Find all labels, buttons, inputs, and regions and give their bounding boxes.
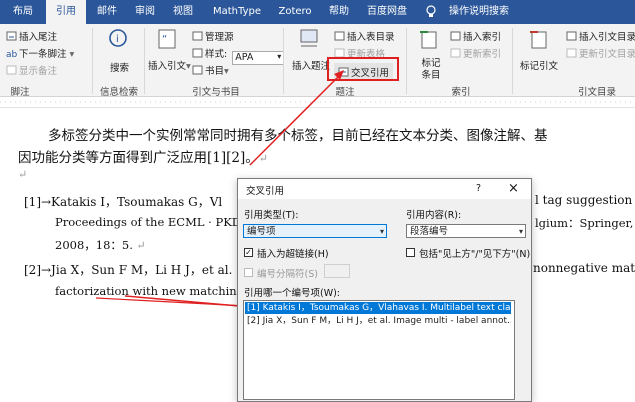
chevron-down-icon: ▾ (518, 227, 523, 236)
arrow-to-list-2 (95, 297, 247, 307)
separator-input[interactable] (324, 264, 350, 278)
numbered-items-list[interactable]: [1] Katakis I，Tsoumakas G，Vlahavas I. Mu… (243, 300, 515, 400)
help-button[interactable]: ? (476, 183, 481, 194)
reference-content-value: 段落编号 (410, 226, 449, 237)
arrow-to-cross-reference (249, 74, 341, 166)
separate-numbers-label: 编号分隔符(S) (257, 269, 318, 280)
reference-type-value: 编号项 (247, 226, 276, 237)
list-item[interactable]: [2] Jia X，Sun F M，Li H J，et al. Image mu… (245, 315, 511, 327)
reference-content-select[interactable]: 段落编号 ▾ (406, 224, 526, 238)
dialog-title: 交叉引用 (246, 186, 285, 197)
insert-hyperlink-checkbox[interactable]: ✓ (244, 248, 253, 257)
dialog-title-bar[interactable]: 交叉引用 ? × (238, 179, 531, 199)
separate-numbers-checkbox[interactable] (244, 268, 253, 277)
include-above-below-label: 包括"见上方"/"见下方"(N) (419, 249, 531, 260)
reference-type-select[interactable]: 编号项 ▾ (243, 224, 387, 238)
list-item[interactable]: [1] Katakis I，Tsoumakas G，Vlahavas I. Mu… (245, 302, 511, 314)
include-above-below-checkbox[interactable] (406, 248, 415, 257)
reference-type-label: 引用类型(T): (244, 210, 299, 221)
close-button[interactable]: × (508, 181, 519, 196)
which-item-label: 引用哪一个编号项(W): (244, 288, 341, 299)
reference-content-label: 引用内容(R): (406, 210, 462, 221)
insert-hyperlink-label: 插入为超链接(H) (257, 249, 329, 260)
chevron-down-icon: ▾ (379, 227, 384, 236)
